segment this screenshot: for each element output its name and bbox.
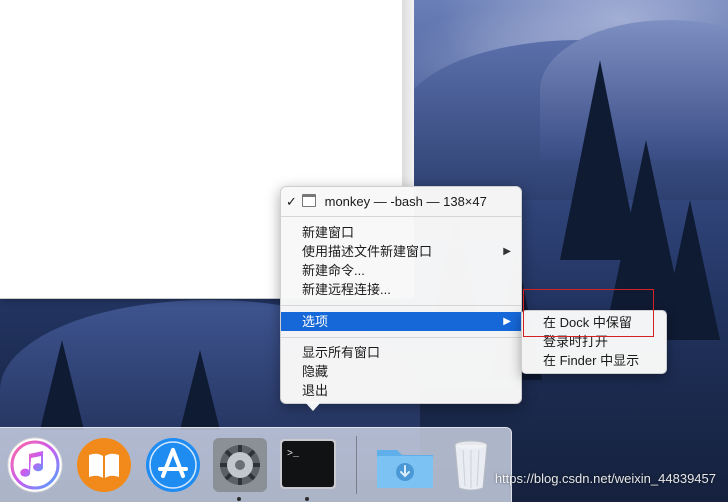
terminal-icon[interactable]: >_ — [279, 436, 336, 492]
submenu-item-keep-in-dock[interactable]: 在 Dock 中保留 — [522, 313, 666, 332]
window-icon — [302, 194, 316, 207]
menu-separator — [281, 337, 521, 338]
menu-pointer — [304, 401, 322, 411]
menu-item-new-window-with-profile[interactable]: 使用描述文件新建窗口 ▶ — [281, 242, 521, 261]
menu-item-label: 隐藏 — [302, 364, 329, 379]
menu-item-window[interactable]: ✓ monkey — -bash — 138×47 — [281, 192, 521, 211]
submenu-item-open-at-login[interactable]: 登录时打开 — [522, 332, 666, 351]
menu-separator — [281, 216, 521, 217]
menu-item-new-window[interactable]: 新建窗口 — [281, 223, 521, 242]
menu-item-label: 新建命令... — [302, 263, 365, 278]
menu-separator — [281, 305, 521, 306]
options-submenu: 在 Dock 中保留 登录时打开 在 Finder 中显示 — [521, 310, 667, 374]
menu-item-new-command[interactable]: 新建命令... — [281, 261, 521, 280]
submenu-item-label: 登录时打开 — [543, 334, 609, 349]
menu-item-label: 选项 — [302, 314, 329, 329]
menu-item-quit[interactable]: 退出 — [281, 381, 521, 400]
menu-item-show-all-windows[interactable]: 显示所有窗口 — [281, 343, 521, 362]
menu-item-window-label: monkey — -bash — 138×47 — [324, 194, 487, 209]
downloads-folder-icon[interactable] — [374, 436, 433, 492]
watermark-text: https://blog.csdn.net/weixin_44839457 — [494, 471, 716, 486]
dock-divider — [356, 436, 357, 494]
menu-item-label: 新建窗口 — [302, 225, 355, 240]
menu-item-new-remote-connection[interactable]: 新建远程连接... — [281, 280, 521, 299]
menu-item-options[interactable]: 选项 ▶ — [281, 312, 521, 331]
menu-item-label: 退出 — [302, 383, 329, 398]
submenu-item-label: 在 Finder 中显示 — [543, 353, 640, 368]
menu-item-label: 显示所有窗口 — [302, 345, 381, 360]
system-preferences-icon[interactable] — [211, 436, 267, 492]
books-icon[interactable] — [75, 436, 131, 492]
menu-item-hide[interactable]: 隐藏 — [281, 362, 521, 381]
submenu-item-show-in-finder[interactable]: 在 Finder 中显示 — [522, 351, 666, 370]
submenu-item-label: 在 Dock 中保留 — [543, 315, 632, 330]
svg-text:>_: >_ — [287, 449, 300, 460]
running-indicator — [237, 497, 241, 501]
music-icon[interactable] — [6, 436, 63, 493]
menu-item-label: 新建远程连接... — [302, 282, 391, 297]
running-indicator — [305, 497, 309, 501]
dock-context-menu: ✓ monkey — -bash — 138×47 新建窗口 使用描述文件新建窗… — [280, 186, 522, 404]
app-store-icon[interactable] — [144, 436, 200, 492]
submenu-arrow-icon: ▶ — [503, 316, 511, 327]
trash-icon[interactable] — [442, 436, 498, 492]
submenu-arrow-icon: ▶ — [503, 246, 511, 257]
checkmark-icon: ✓ — [286, 194, 297, 209]
menu-item-label: 使用描述文件新建窗口 — [302, 244, 433, 259]
